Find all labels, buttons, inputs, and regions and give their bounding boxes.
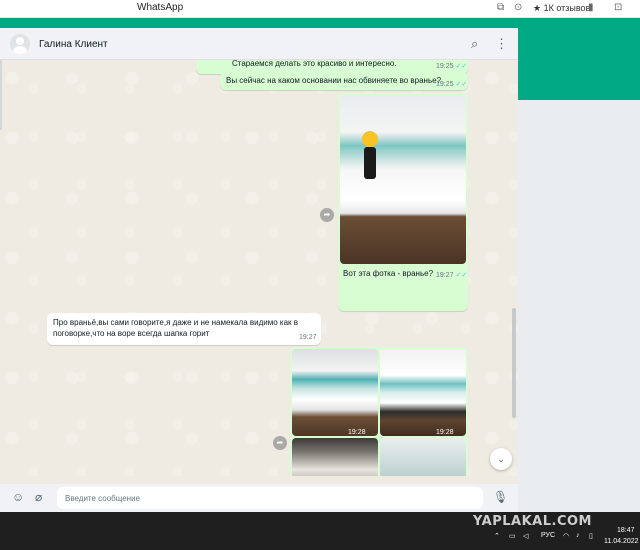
message-outgoing: Вы сейчас на каком основании нас обвиняе… (220, 72, 468, 90)
chat-header: Галина Клиент ⌕ ⋮ (0, 28, 518, 60)
speaker-icon[interactable]: ♪ (576, 532, 580, 539)
microphone-icon[interactable]: 🎙 (493, 491, 508, 504)
forward-icon[interactable]: ➦ (273, 436, 287, 450)
emoji-cover (362, 131, 378, 147)
attach-icon[interactable]: ⌀ (35, 491, 42, 504)
clock-date[interactable]: 11.04.2022 (604, 538, 639, 545)
translate-icon[interactable]: ⊡ (614, 2, 622, 13)
message-time: 19:28 ✓✓ (436, 429, 454, 436)
message-time: 19:25 ✓✓ (436, 81, 468, 88)
message-outgoing-photo-grid: 19:28 ✓✓ 19:28 ✓✓ (290, 347, 468, 476)
photo-kitchen[interactable]: 19:28 ✓✓ (292, 349, 378, 436)
browser-bar: WhatsApp ⧉ ⊙ ★ 1К отзывов ▮ ⊡ (0, 0, 640, 18)
read-ticks-icon: ✓✓ (455, 272, 468, 279)
photo-sink[interactable] (380, 438, 466, 476)
photo-caption: Вот эта фотка - вранье? (343, 269, 434, 278)
person-silhouette (364, 147, 376, 179)
read-ticks-icon: ✓✓ (455, 81, 468, 88)
message-list: Стараемся делать это красиво и интересно… (0, 60, 518, 476)
message-time: 19:28 ✓✓ (348, 429, 366, 436)
volume-icon[interactable]: ◁ (523, 532, 528, 540)
window-title: WhatsApp (137, 2, 184, 13)
photo-kitchen[interactable] (340, 95, 466, 264)
language-indicator[interactable]: РУС (541, 532, 555, 539)
clock-time[interactable]: 18:47 (617, 527, 635, 534)
menu-dots-icon[interactable]: ⋮ (495, 37, 508, 50)
watermark: YAPLAKAL.COM (473, 514, 592, 529)
wifi-icon[interactable]: ◠ (563, 532, 569, 540)
photo-cabinet[interactable] (292, 438, 378, 476)
message-input[interactable] (57, 487, 483, 509)
external-link-icon[interactable]: ⧉ (497, 2, 504, 13)
message-time: 19:25 ✓✓ (436, 63, 468, 70)
search-icon[interactable]: ⌕ (471, 37, 478, 50)
tray-chevron-icon[interactable]: ⌃ (494, 532, 500, 540)
message-outgoing-photo: Вот эта фотка - вранье? 19:27 ✓✓ (338, 93, 468, 311)
share-icon[interactable]: ⊙ (514, 2, 522, 13)
bookmark-icon[interactable]: ▮ (588, 2, 594, 13)
message-time: 19:27 (299, 334, 317, 341)
network-icon[interactable]: ▭ (509, 532, 516, 540)
message-incoming: Про враньё,вы сами говорите,я даже и не … (47, 313, 321, 345)
photo-kitchen[interactable]: 19:28 ✓✓ (380, 349, 466, 436)
reviews-badge[interactable]: ★ 1К отзывов (533, 3, 590, 14)
message-text: Стараемся делать это красиво и интересно… (232, 60, 397, 68)
chevron-down-icon[interactable]: ⌄ (490, 448, 512, 470)
emoji-icon[interactable]: ☺ (12, 491, 24, 504)
compose-bar: ☺ ⌀ 🎙 (0, 484, 518, 512)
chat-window: Галина Клиент ⌕ ⋮ Стараемся делать это к… (0, 28, 518, 512)
avatar[interactable] (10, 34, 30, 54)
battery-icon[interactable]: ▯ (589, 532, 593, 540)
message-text-line2: поговорке,что на воре всегда шапка горит (53, 329, 210, 338)
scrollbar[interactable] (512, 308, 516, 418)
message-time: 19:27 ✓✓ (436, 272, 468, 279)
message-text: Вы сейчас на каком основании нас обвиняе… (226, 76, 442, 85)
message-text-line1: Про враньё,вы сами говорите,я даже и не … (53, 318, 298, 327)
read-ticks-icon: ✓✓ (455, 63, 468, 70)
contact-name[interactable]: Галина Клиент (39, 39, 108, 50)
forward-icon[interactable]: ➦ (320, 208, 334, 222)
side-panel (518, 100, 640, 512)
